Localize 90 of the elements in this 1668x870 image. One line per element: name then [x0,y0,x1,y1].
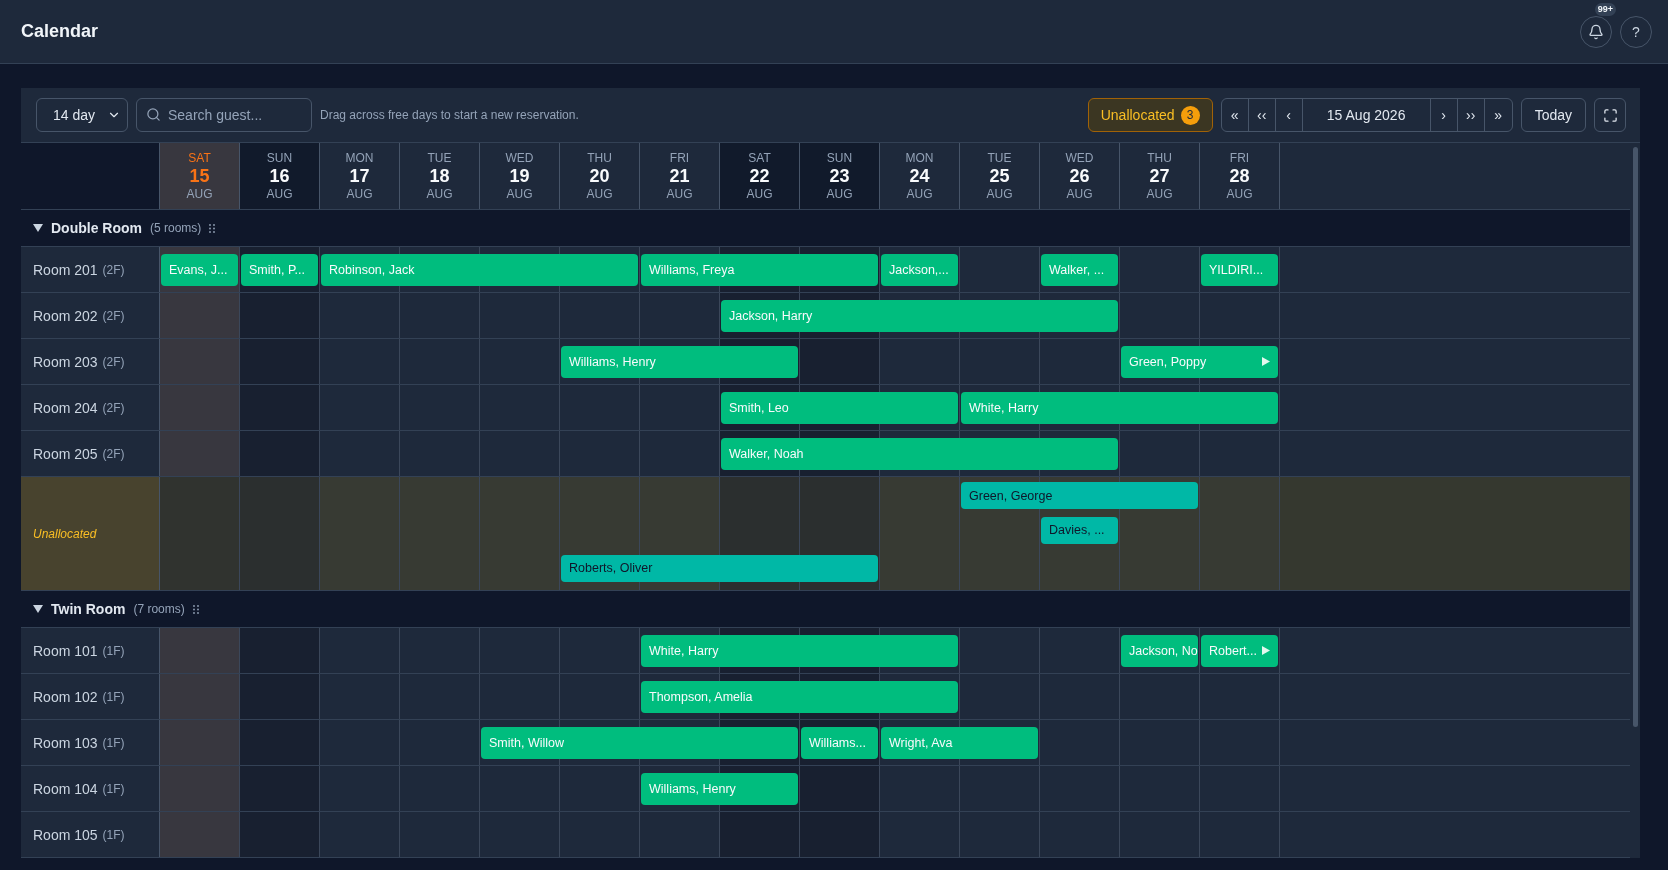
today-button[interactable]: Today [1520,98,1586,132]
reservation-bar[interactable]: Davies, ... [1041,516,1118,544]
day-header: SAT 15 AUG [160,143,240,209]
room-row[interactable]: Room 102 (1F) Thompson, Amelia [21,674,1630,720]
guest-name: Williams, Henry [649,781,736,796]
guest-name: Williams... [809,735,866,750]
page-title: Calendar [21,21,99,42]
unallocated-row[interactable]: Unallocated Green, George Davies, ... Roberts, Oliver [21,477,1630,591]
guest-name: Walker, ... [1049,262,1105,277]
guest-name: White, Harry [969,400,1039,415]
drag-handle-icon[interactable] [192,604,199,614]
room-name: Room 205 [33,445,98,462]
room-name: Room 201 [33,261,98,278]
floor-label: (2F) [102,400,125,415]
guest-name: Jackson, Harry [729,308,813,323]
floor-label: (1F) [102,827,125,842]
guest-name: Green, Poppy [1129,354,1207,369]
hint-text: Drag across free days to start a new reservation. [320,108,579,122]
guest-name: Smith, Willow [489,735,564,750]
guest-name: YILDIRI... [1209,262,1264,277]
guest-name: Robert... [1209,643,1257,658]
nav-button[interactable]: ‹ [1275,99,1303,131]
notification-badge: 99+ [1594,2,1616,16]
room-row[interactable]: Room 105 (1F) [21,812,1630,858]
room-row[interactable]: Room 202 (2F) Jackson, Harry [21,293,1630,339]
guest-name: Williams, Freya [649,262,735,277]
guest-name: Smith, P... [249,262,306,277]
guest-name: Davies, ... [1049,523,1105,537]
floor-label: (2F) [102,308,125,323]
guest-name: White, Harry [649,643,719,658]
fullscreen-button[interactable] [1594,98,1626,132]
nav-button[interactable]: ›› [1457,99,1485,131]
search-icon [146,107,161,122]
guest-name: Williams, Henry [569,354,656,369]
day-header: SAT 22 AUG [720,143,800,209]
room-type-header[interactable]: Twin Room (7 rooms) [21,591,1630,628]
drag-handle-icon[interactable] [209,223,216,233]
guest-name: Robinson, Jack [329,262,415,277]
room-name: Room 204 [33,399,98,416]
guest-name: Jackson, No [1129,643,1198,658]
guest-name: Evans, J... [169,262,228,277]
room-row[interactable]: Room 104 (1F) Williams, Henry [21,766,1630,812]
date-button[interactable]: 15 Aug 2026 [1302,99,1431,131]
unallocated-label: Unallocated [33,526,97,541]
collapse-triangle-icon[interactable] [33,223,43,233]
floor-label: (2F) [102,354,125,369]
nav-button[interactable]: › [1430,99,1458,131]
nav-button[interactable]: « [1221,99,1249,131]
floor-label: (2F) [102,262,125,277]
nav-button[interactable]: » [1484,99,1512,131]
guest-name: Jackson,... [889,262,949,277]
room-name: Room 102 [33,688,98,705]
room-name: Room 203 [33,353,98,370]
floor-label: (2F) [102,446,125,461]
floor-label: (1F) [102,735,125,750]
notifications-button[interactable] [1580,15,1612,48]
floor-label: (1F) [102,781,125,796]
reservation-bar[interactable]: Roberts, Oliver [561,554,878,582]
help-button[interactable]: ? [1620,15,1652,48]
room-name: Room 104 [33,780,98,797]
collapse-triangle-icon[interactable] [33,604,43,614]
search-field[interactable]: Search guest... [136,98,312,132]
range-select[interactable]: 14 day [36,98,128,132]
floor-label: (1F) [102,689,125,704]
guest-name: Thompson, Amelia [649,689,753,704]
room-type-name: Twin Room [51,601,126,617]
room-type-name: Double Room [51,220,142,236]
fullscreen-icon [1602,107,1618,123]
scrollbar-thumb[interactable] [1633,147,1638,727]
room-name: Room 202 [33,307,98,324]
room-count: (7 rooms) [133,602,185,616]
day-header: SUN 16 AUG [240,143,320,209]
bell-icon [1588,23,1604,40]
unallocated-button[interactable]: Unallocated 3 [1087,98,1213,132]
room-name: Room 101 [33,642,98,659]
count-badge: 3 [1180,105,1200,125]
guest-name: Walker, Noah [729,446,804,461]
room-name: Room 105 [33,826,98,843]
nav-button[interactable]: ‹‹ [1248,99,1276,131]
guest-name: Roberts, Oliver [569,561,653,575]
floor-label: (1F) [102,643,125,658]
room-name: Room 103 [33,734,98,751]
guest-name: Wright, Ava [889,735,953,750]
day-header: SUN 23 AUG [800,143,880,209]
room-type-header[interactable]: Double Room (5 rooms) [21,210,1630,247]
guest-name: Green, George [969,488,1053,503]
room-count: (5 rooms) [150,221,202,235]
room-row[interactable]: Room 205 (2F) Walker, Noah [21,431,1630,477]
reservation-bar[interactable]: Green, George [961,482,1198,509]
guest-name: Smith, Leo [729,400,789,415]
